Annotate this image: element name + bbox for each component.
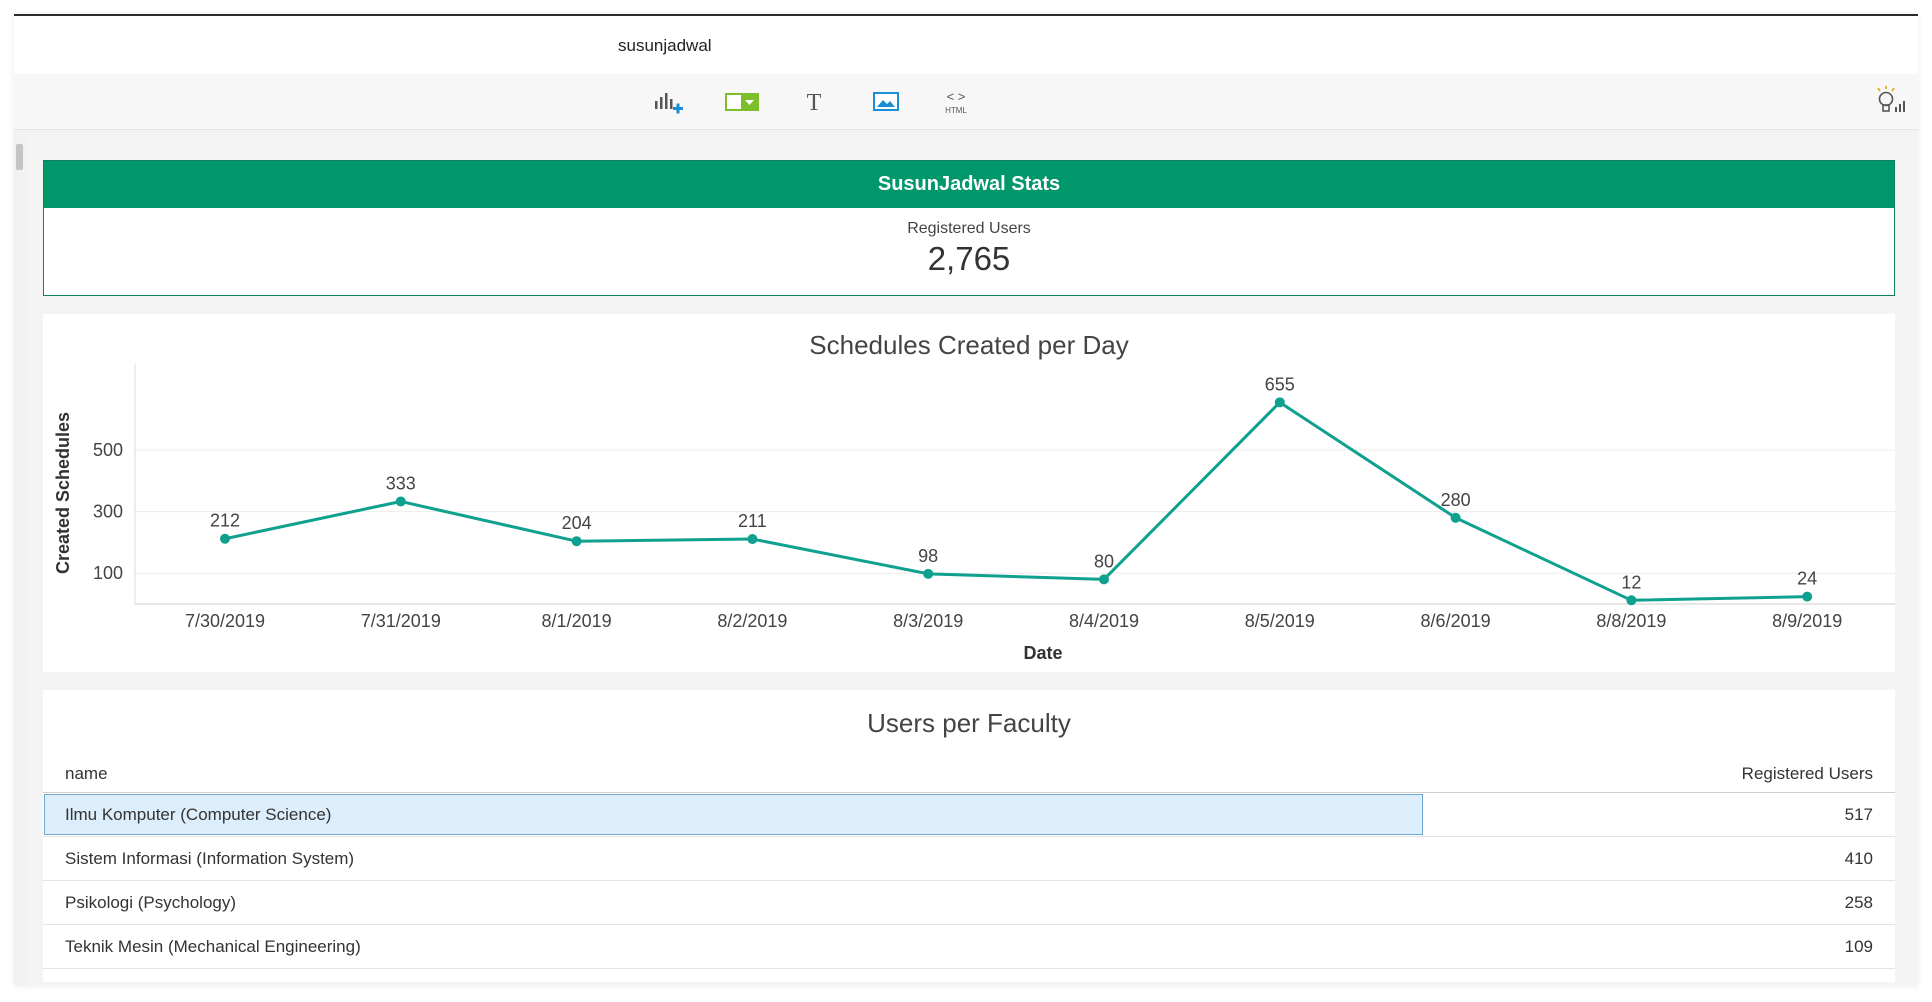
y-axis-title: Created Schedules xyxy=(53,412,73,574)
data-point xyxy=(923,568,934,579)
data-label: 204 xyxy=(562,513,592,533)
scrollbar-thumb[interactable] xyxy=(16,144,23,170)
data-label: 80 xyxy=(1094,551,1114,571)
x-tick-label: 8/4/2019 xyxy=(1069,611,1139,631)
data-point xyxy=(1099,574,1109,585)
app-window: susunjadwal T < > HTML SusunJadwal Stats… xyxy=(14,14,1918,986)
faculty-name-cell: Teknik Mesin (Mechanical Engineering) xyxy=(65,937,361,956)
x-tick-label: 8/3/2019 xyxy=(893,611,963,631)
dashboard-title: susunjadwal xyxy=(618,36,712,55)
data-label: 655 xyxy=(1265,374,1295,394)
html-code-icon: < > HTML xyxy=(945,89,967,115)
data-point xyxy=(395,496,406,507)
x-tick-label: 8/8/2019 xyxy=(1596,611,1666,631)
table-title: Users per Faculty xyxy=(867,708,1071,738)
table-row[interactable]: Teknik Mesin (Mechanical Engineering) 10… xyxy=(43,925,1895,969)
svg-text:HTML: HTML xyxy=(945,106,967,115)
table-body: Ilmu Komputer (Computer Science) 517 Sis… xyxy=(43,793,1895,969)
x-tick-label: 8/1/2019 xyxy=(542,611,612,631)
data-label: 212 xyxy=(210,511,240,531)
faculty-name-cell: Sistem Informasi (Information System) xyxy=(65,849,355,868)
data-point xyxy=(1802,591,1813,602)
registered-users-cell: 410 xyxy=(1844,849,1873,868)
data-label: 98 xyxy=(918,546,938,566)
lightbulb-insights-icon xyxy=(1877,86,1905,112)
table-row[interactable]: Psikologi (Psychology) 258 xyxy=(43,881,1895,925)
image-icon xyxy=(873,92,899,111)
table-row[interactable]: Ilmu Komputer (Computer Science) 517 xyxy=(43,793,1895,837)
stats-widget[interactable]: SusunJadwal Stats Registered Users 2,765 xyxy=(43,160,1895,296)
x-tick-label: 8/6/2019 xyxy=(1421,611,1491,631)
line-chart-widget[interactable]: Schedules Created per Day 100 300 500 7/30/2… xyxy=(43,314,1895,672)
faculty-name-cell: Psikologi (Psychology) xyxy=(65,893,237,912)
add-image-button[interactable] xyxy=(866,84,906,120)
data-point xyxy=(747,534,758,545)
x-tick-label: 8/2/2019 xyxy=(717,611,787,631)
x-tick-label: 8/9/2019 xyxy=(1772,611,1842,631)
line-chart: Schedules Created per Day 100 300 500 7/30/2… xyxy=(53,330,1895,663)
svg-text:T: T xyxy=(807,90,822,116)
registered-users-cell: 109 xyxy=(1844,937,1873,956)
title-bar: susunjadwal xyxy=(14,16,1918,74)
add-filter-button[interactable] xyxy=(722,84,762,120)
add-html-button[interactable]: < > HTML xyxy=(936,84,976,120)
stats-label: Registered Users xyxy=(907,220,1031,237)
insights-button[interactable] xyxy=(1868,84,1912,120)
registered-users-cell: 258 xyxy=(1844,893,1873,912)
x-tick-label: 7/30/2019 xyxy=(185,611,265,631)
series-line xyxy=(224,400,1808,602)
x-axis-title: Date xyxy=(1023,643,1062,663)
toolbar: T < > HTML xyxy=(14,74,1918,130)
filter-dropdown-icon xyxy=(725,93,759,111)
registered-users-cell: 517 xyxy=(1844,805,1873,824)
data-label: 211 xyxy=(738,511,767,531)
data-point xyxy=(1450,512,1461,523)
data-label: 280 xyxy=(1441,490,1471,510)
stats-header: SusunJadwal Stats xyxy=(44,161,1894,208)
add-text-button[interactable]: T xyxy=(794,84,834,120)
table-row[interactable]: Sistem Informasi (Information System) 41… xyxy=(43,837,1895,881)
vertical-scrollbar[interactable] xyxy=(14,130,26,986)
text-icon: T xyxy=(807,90,822,116)
y-tick-label: 100 xyxy=(93,563,123,583)
data-point xyxy=(220,533,230,544)
bar-chart-plus-icon xyxy=(655,93,683,114)
data-point xyxy=(571,536,582,547)
column-header-registered-users[interactable]: Registered Users xyxy=(1742,764,1873,784)
chart-title: Schedules Created per Day xyxy=(809,330,1128,360)
x-tick-label: 8/5/2019 xyxy=(1245,611,1315,631)
y-tick-label: 300 xyxy=(93,502,123,522)
data-label: 12 xyxy=(1621,572,1641,592)
table-widget[interactable]: Users per Faculty name Registered Users … xyxy=(43,690,1895,982)
svg-text:< >: < > xyxy=(947,89,966,104)
faculty-name-cell: Ilmu Komputer (Computer Science) xyxy=(65,805,332,824)
dashboard-canvas: SusunJadwal Stats Registered Users 2,765… xyxy=(26,130,1918,986)
data-point xyxy=(1626,595,1637,606)
stats-value: 2,765 xyxy=(927,240,1011,277)
data-label: 24 xyxy=(1797,569,1817,589)
y-tick-label: 500 xyxy=(93,440,123,460)
add-chart-button[interactable] xyxy=(650,84,690,120)
x-tick-label: 7/31/2019 xyxy=(361,611,441,631)
column-header-name[interactable]: name xyxy=(65,764,108,784)
data-label: 333 xyxy=(386,473,416,493)
data-point xyxy=(1274,397,1285,408)
